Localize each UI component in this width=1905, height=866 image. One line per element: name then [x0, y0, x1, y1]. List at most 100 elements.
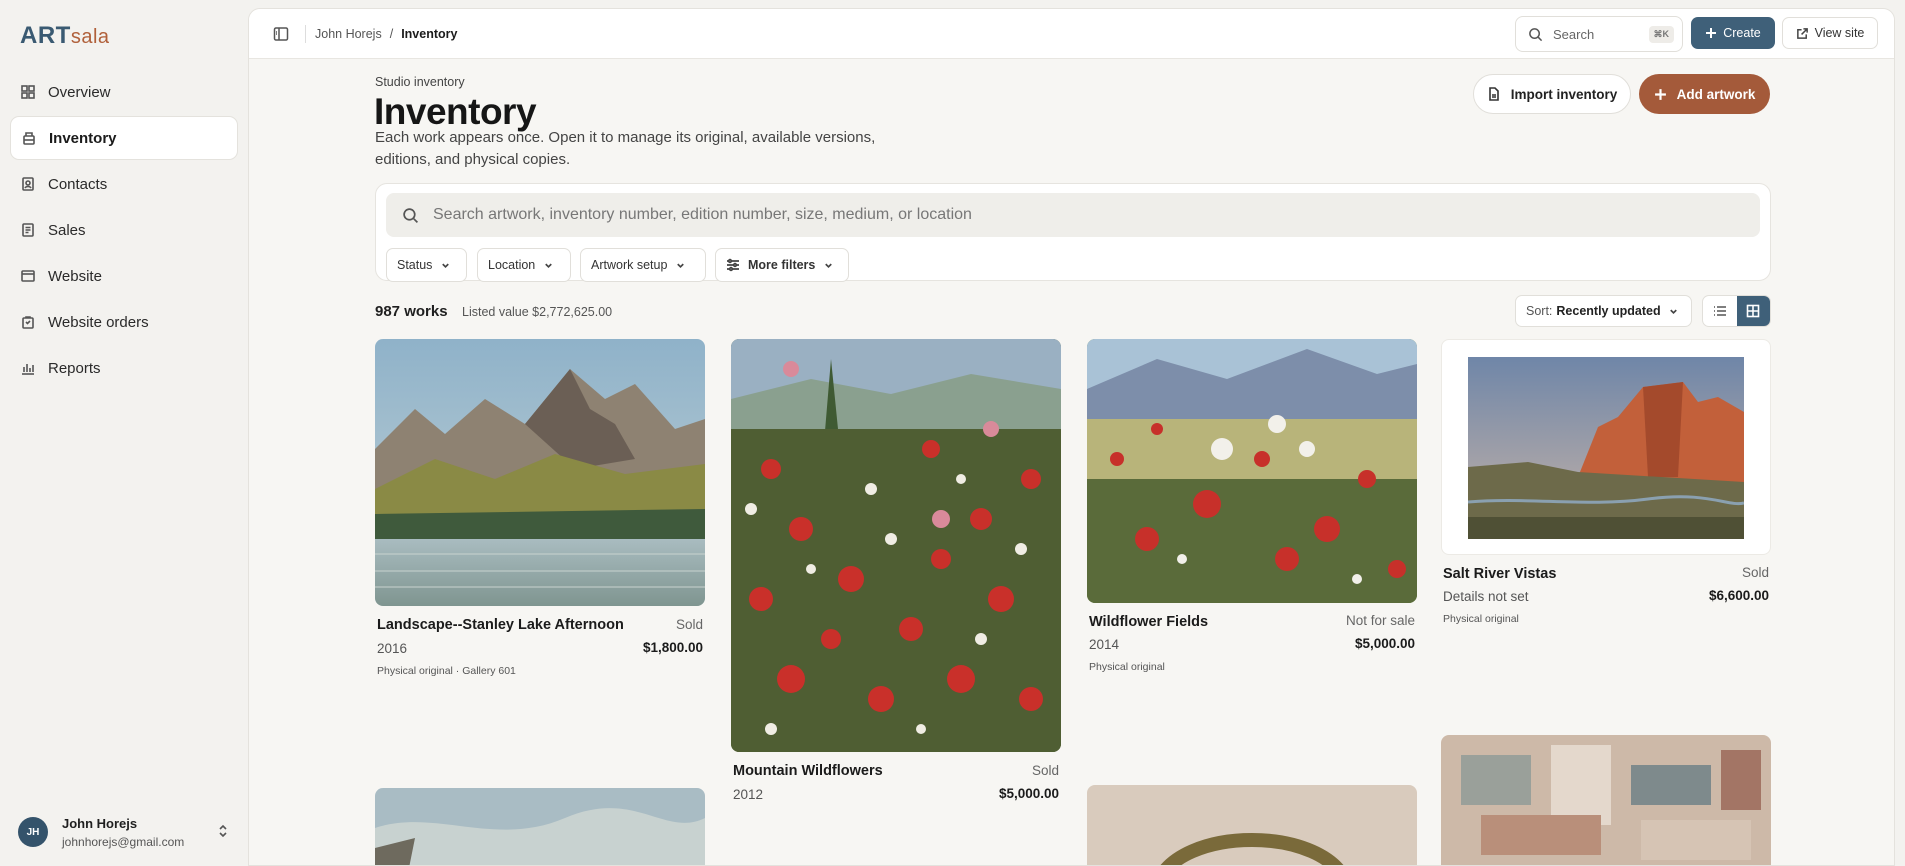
chip-label: Artwork setup	[591, 258, 668, 272]
artwork-setup-filter[interactable]: Artwork setup	[580, 248, 706, 282]
sidebar-item-overview[interactable]: Overview	[10, 70, 238, 114]
grid-icon	[1746, 304, 1760, 318]
sidebar-item-label: Sales	[48, 221, 86, 239]
artwork-painting	[375, 339, 705, 606]
bag-icon	[22, 316, 34, 329]
view-toggle	[1702, 295, 1771, 327]
bar-chart-icon	[22, 364, 34, 375]
artwork-title[interactable]: Salt River Vistas	[1443, 566, 1556, 582]
main-panel: John Horejs / Inventory Search ⌘K Create…	[248, 8, 1895, 866]
brand-name: ART	[20, 22, 71, 49]
listed-value: Listed value $2,772,625.00	[462, 305, 613, 319]
browser-icon	[21, 270, 35, 282]
breadcrumb-separator: /	[389, 27, 394, 41]
artwork-image[interactable]	[1087, 785, 1417, 865]
sidebar-toggle-icon[interactable]	[273, 26, 289, 42]
artwork-frame[interactable]	[1441, 339, 1771, 555]
chevron-down-icon	[1670, 309, 1677, 315]
divider	[305, 25, 306, 43]
brand-logo[interactable]: ARTsala	[20, 22, 110, 50]
sidebar-item-website-orders[interactable]: Website orders	[10, 300, 238, 344]
sidebar-item-website[interactable]: Website	[10, 254, 238, 298]
artwork-image[interactable]	[375, 339, 705, 606]
import-inventory-button[interactable]: Import inventory	[1473, 74, 1631, 114]
artwork-image[interactable]	[1441, 735, 1771, 865]
artwork-year: Details not set	[1443, 589, 1529, 604]
grid-icon	[21, 85, 35, 99]
avatar: JH	[18, 817, 48, 847]
artwork-year: 2014	[1089, 637, 1120, 652]
artwork-painting	[1087, 785, 1417, 865]
view-site-button[interactable]: View site	[1782, 17, 1878, 49]
more-filters-button[interactable]: More filters	[715, 248, 849, 282]
artwork-title[interactable]: Mountain Wildflowers	[733, 763, 883, 779]
sidebar: ARTsala Overview Inventory Contacts Sale…	[0, 0, 248, 866]
create-button[interactable]: Create	[1691, 17, 1775, 49]
chip-label: Status	[397, 258, 433, 272]
location-filter[interactable]: Location	[477, 248, 571, 282]
chip-label: Location	[488, 258, 536, 272]
contact-card-icon	[22, 177, 34, 191]
brand-suffix: sala	[70, 26, 110, 48]
sidebar-item-reports[interactable]: Reports	[10, 346, 238, 390]
list-view-button[interactable]	[1703, 296, 1737, 326]
sidebar-item-contacts[interactable]: Contacts	[10, 162, 238, 206]
chevron-down-icon	[545, 263, 553, 268]
page-eyebrow: Studio inventory	[375, 75, 465, 89]
view-site-label: View site	[1814, 26, 1865, 40]
user-name: John Horejs	[62, 815, 138, 831]
file-icon	[1488, 87, 1499, 101]
sidebar-item-label: Contacts	[48, 175, 108, 193]
sidebar-item-label: Website	[48, 267, 102, 285]
plus-icon	[1706, 28, 1717, 38]
sort-value: Recently updated	[1556, 304, 1661, 318]
create-label: Create	[1723, 26, 1761, 40]
artwork-price: $5,000.00	[998, 786, 1059, 801]
chevron-up-down-icon	[219, 824, 227, 838]
user-menu[interactable]: JH John Horejs johnhorejs@gmail.com	[18, 812, 230, 852]
breadcrumb-item-owner[interactable]: John Horejs	[315, 27, 382, 41]
artwork-meta: Physical original	[1089, 661, 1165, 673]
breadcrumb: John Horejs / Inventory	[315, 27, 457, 41]
artwork-title[interactable]: Landscape--Stanley Lake Afternoon	[377, 617, 624, 633]
box-icon	[23, 132, 35, 145]
chevron-down-icon	[442, 263, 450, 268]
sidebar-item-label: Reports	[48, 359, 101, 377]
artwork-painting	[731, 339, 1061, 752]
sidebar-item-label: Overview	[48, 83, 111, 101]
add-artwork-button[interactable]: Add artwork	[1639, 74, 1770, 114]
filter-panel: Status Location Artwork setup More filte…	[375, 183, 1771, 282]
artwork-image[interactable]	[731, 339, 1061, 752]
inventory-search-input[interactable]	[433, 206, 1633, 224]
search-icon	[1529, 27, 1543, 41]
artwork-painting	[375, 788, 705, 865]
plus-icon	[1654, 88, 1666, 100]
user-email: johnhorejs@gmail.com	[62, 834, 185, 849]
artwork-status: Sold	[675, 617, 703, 632]
artwork-painting	[1468, 357, 1744, 539]
status-filter[interactable]: Status	[386, 248, 467, 282]
artwork-image[interactable]	[375, 788, 705, 865]
artwork-meta: Physical original · Gallery 601	[377, 665, 516, 677]
search-shortcut: ⌘K	[1648, 26, 1674, 43]
sidebar-item-sales[interactable]: Sales	[10, 208, 238, 252]
global-search-button[interactable]: Search ⌘K	[1515, 16, 1683, 52]
sort-prefix: Sort:	[1526, 304, 1553, 318]
sidebar-item-label: Website orders	[48, 313, 149, 331]
breadcrumb-item-current: Inventory	[401, 27, 458, 41]
add-artwork-label: Add artwork	[1676, 86, 1756, 102]
grid-view-button[interactable]	[1736, 296, 1770, 326]
sidebar-nav: Overview Inventory Contacts Sales Websit…	[10, 70, 238, 392]
sort-select[interactable]: Sort: Recently updated	[1515, 295, 1692, 327]
topbar: John Horejs / Inventory Search ⌘K Create…	[249, 9, 1894, 59]
receipt-icon	[22, 223, 34, 237]
inventory-search[interactable]	[386, 193, 1760, 237]
artwork-year: 2016	[377, 641, 408, 656]
chevron-down-icon	[825, 263, 833, 268]
artwork-title[interactable]: Wildflower Fields	[1089, 614, 1208, 630]
sidebar-item-label: Inventory	[49, 129, 117, 147]
sidebar-item-inventory[interactable]: Inventory	[10, 116, 238, 160]
artwork-image[interactable]	[1087, 339, 1417, 603]
artwork-price: $1,800.00	[642, 640, 703, 655]
artwork-year: 2012	[733, 787, 764, 802]
